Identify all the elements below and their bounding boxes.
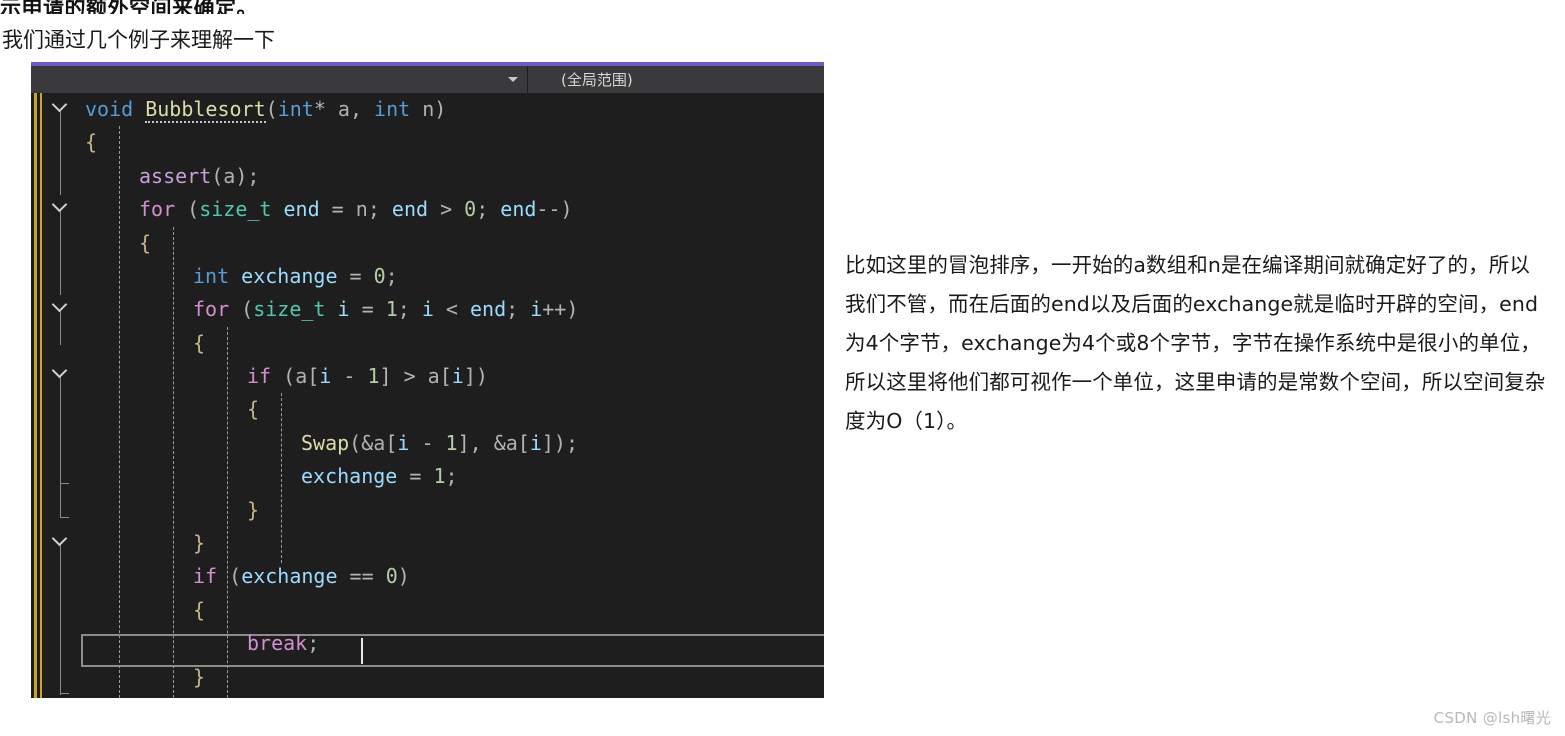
token-function-name: Bubblesort [145, 97, 266, 123]
code-line-5: { [139, 231, 152, 255]
editor-navigation-bar: (全局范围) [31, 66, 824, 93]
code-line-16: { [193, 598, 206, 622]
code-line-14: } [193, 531, 206, 555]
code-line-12: exchange = 1; [301, 464, 458, 488]
scope-dropdown[interactable]: (全局范围) [528, 66, 824, 93]
ide-screenshot: (全局范围) void Bubblesort(int* a, int n) {… [31, 62, 824, 698]
code-line-18: } [193, 665, 206, 689]
explanation-paragraph: 比如这里的冒泡排序，一开始的a数组和n是在编译期间就确定好了的，所以我们不管，而… [845, 253, 1546, 433]
code-line-13: } [247, 498, 260, 522]
token-swap-call: Swap [301, 431, 350, 455]
code-line-17: break; [247, 631, 320, 655]
code-editor-surface[interactable]: void Bubblesort(int* a, int n) { assert(… [31, 93, 824, 698]
code-line-15: if (exchange == 0) [193, 564, 410, 588]
article-subheading: 我们通过几个例子来理解一下 [2, 29, 275, 52]
code-line-6: int exchange = 0; [193, 264, 398, 288]
code-line-1: void Bubblesort(int* a, int n) [85, 97, 447, 123]
code-line-4: for (size_t end = n; end > 0; end--) [139, 197, 573, 221]
csdn-watermark: CSDN @lsh曙光 [1433, 709, 1551, 727]
code-text[interactable]: void Bubblesort(int* a, int n) { assert(… [31, 93, 824, 698]
code-line-11: Swap(&a[i - 1], &a[i]); [301, 431, 579, 455]
token-keyword: void [85, 97, 134, 121]
code-line-9: if (a[i - 1] > a[i]) [247, 364, 488, 388]
code-line-8: { [193, 331, 206, 355]
scope-dropdown-label: (全局范围) [561, 71, 633, 89]
chevron-down-icon [508, 77, 518, 82]
article-heading-clipped: 示申请的额外空间来确定。 [0, 0, 258, 14]
code-line-2: { [85, 130, 98, 154]
code-line-10: { [247, 397, 260, 421]
token-assert: assert [139, 164, 212, 188]
code-line-3: assert(a); [139, 164, 260, 188]
member-dropdown[interactable] [31, 66, 528, 93]
code-line-7: for (size_t i = 1; i < end; i++) [193, 297, 579, 321]
